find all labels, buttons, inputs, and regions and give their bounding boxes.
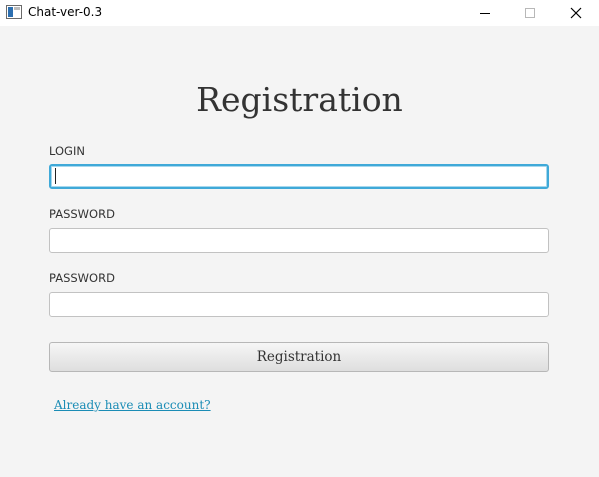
confirm-password-input[interactable] xyxy=(49,292,549,317)
title-bar[interactable]: Chat-ver-0.3 xyxy=(0,0,599,26)
app-icon xyxy=(6,5,22,19)
minimize-icon xyxy=(480,13,490,14)
maximize-button[interactable] xyxy=(507,0,553,26)
registration-button[interactable]: Registration xyxy=(49,342,549,372)
login-label: LOGIN xyxy=(49,144,85,158)
window-title: Chat-ver-0.3 xyxy=(28,5,103,19)
close-icon xyxy=(570,7,582,19)
close-button[interactable] xyxy=(553,0,599,26)
login-input[interactable] xyxy=(49,164,549,189)
password-input[interactable] xyxy=(49,228,549,253)
login-link[interactable]: Already have an account? xyxy=(54,397,211,413)
password-label: PASSWORD xyxy=(49,207,115,221)
confirm-password-label: PASSWORD xyxy=(49,271,115,285)
text-caret xyxy=(55,168,56,184)
registration-window: Chat-ver-0.3 Registration LOGIN PASSWORD… xyxy=(0,0,599,477)
page-title: Registration xyxy=(196,80,403,119)
minimize-button[interactable] xyxy=(462,0,508,26)
maximize-icon xyxy=(525,8,535,18)
